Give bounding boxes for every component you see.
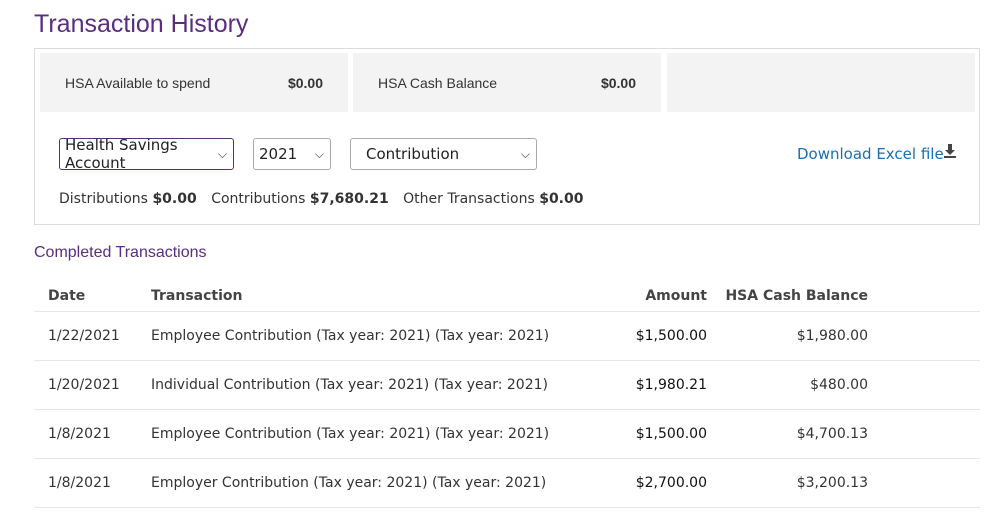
download-icon[interactable] xyxy=(943,143,957,164)
table-row: 1/20/2021 Individual Contribution (Tax y… xyxy=(34,360,980,410)
row-transaction: Employee Contribution (Tax year: 2021) (… xyxy=(151,409,551,459)
available-balance-tile: HSA Available to spend $0.00 xyxy=(40,53,348,112)
cash-balance-value: $0.00 xyxy=(600,74,636,91)
column-header-amount: Amount xyxy=(551,280,707,312)
completed-transactions-title: Completed Transactions xyxy=(34,244,207,261)
year-select-value: 2021 xyxy=(259,145,298,163)
account-panel: HSA Available to spend $0.00 HSA Cash Ba… xyxy=(34,48,980,225)
row-amount: $2,700.00 xyxy=(551,458,707,508)
available-label: HSA Available to spend xyxy=(65,74,211,91)
table-header-row: Date Transaction Amount HSA Cash Balance xyxy=(34,280,980,312)
distributions-label: Distributions xyxy=(59,191,148,207)
chevron-down-icon: ⌵ xyxy=(520,146,530,161)
row-amount: $1,500.00 xyxy=(551,311,707,361)
account-select[interactable]: Health Savings Account ⌵ xyxy=(59,136,234,172)
row-transaction: Employer Contribution (Tax year: 2021) (… xyxy=(151,458,551,508)
other-transactions-label: Other Transactions xyxy=(403,191,535,207)
row-balance: $480.00 xyxy=(707,360,868,410)
chevron-down-icon: ⌵ xyxy=(314,146,324,161)
cash-balance-label: HSA Cash Balance xyxy=(378,74,498,91)
row-amount: $1,500.00 xyxy=(551,409,707,459)
download-excel-link[interactable]: Download Excel file xyxy=(797,145,944,163)
distributions-value: $0.00 xyxy=(152,191,197,207)
other-transactions-value: $0.00 xyxy=(539,191,584,207)
row-date: 1/8/2021 xyxy=(34,409,151,459)
column-header-transaction: Transaction xyxy=(151,280,551,312)
row-balance: $1,980.00 xyxy=(707,311,868,361)
column-header-date: Date xyxy=(34,280,151,312)
year-select[interactable]: 2021 ⌵ xyxy=(253,138,331,170)
table-row: 1/22/2021 Employee Contribution (Tax yea… xyxy=(34,311,980,361)
row-date: 1/22/2021 xyxy=(34,311,151,361)
row-amount: $1,980.21 xyxy=(551,360,707,410)
contributions-value: $7,680.21 xyxy=(309,191,389,207)
row-transaction: Individual Contribution (Tax year: 2021)… xyxy=(151,360,551,410)
available-value: $0.00 xyxy=(287,74,323,91)
transaction-type-select[interactable]: Contribution ⌵ xyxy=(350,138,537,170)
row-date: 1/8/2021 xyxy=(34,458,151,508)
transaction-type-value: Contribution xyxy=(366,145,460,163)
page-title: Transaction History xyxy=(34,10,249,38)
row-balance: $4,700.13 xyxy=(707,409,868,459)
column-header-balance: HSA Cash Balance xyxy=(707,280,868,312)
cash-balance-tile: HSA Cash Balance $0.00 xyxy=(353,53,661,112)
empty-tile xyxy=(667,53,975,112)
transactions-table: Date Transaction Amount HSA Cash Balance… xyxy=(34,280,980,508)
table-row: 1/8/2021 Employer Contribution (Tax year… xyxy=(34,458,980,508)
contributions-label: Contributions xyxy=(211,191,306,207)
row-balance: $3,200.13 xyxy=(707,458,868,508)
row-date: 1/20/2021 xyxy=(34,360,151,410)
transaction-summary: Distributions $0.00 Contributions $7,680… xyxy=(59,191,594,207)
account-select-value: Health Savings Account xyxy=(65,136,178,172)
table-row: 1/8/2021 Employee Contribution (Tax year… xyxy=(34,409,980,459)
row-transaction: Employee Contribution (Tax year: 2021) (… xyxy=(151,311,551,361)
chevron-down-icon: ⌵ xyxy=(217,146,227,161)
